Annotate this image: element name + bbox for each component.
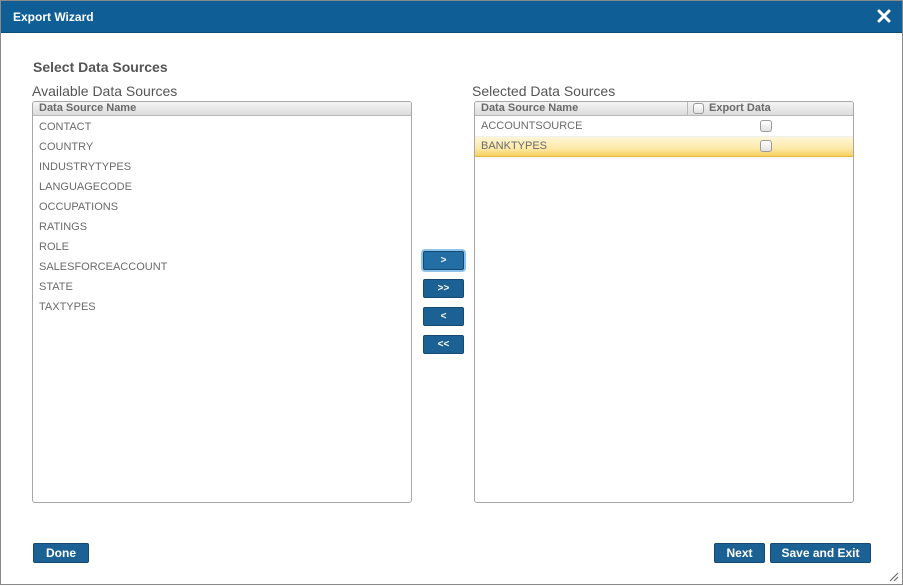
available-list-label: Available Data Sources	[32, 83, 178, 99]
remove-selected-button[interactable]: <	[423, 307, 464, 326]
available-items: CONTACT COUNTRY INDUSTRYTYPES LANGUAGECODE O…	[33, 116, 411, 318]
close-button[interactable]	[876, 8, 892, 24]
column-header-data-source-name[interactable]: Data Source Name	[39, 102, 136, 115]
available-list-item[interactable]: TAXTYPES	[33, 298, 411, 318]
column-divider[interactable]	[687, 102, 688, 116]
selected-list-label: Selected Data Sources	[472, 83, 616, 99]
export-wizard-dialog: Export Wizard Select Data Sources Availa…	[0, 0, 903, 585]
section-title: Select Data Sources	[33, 59, 168, 75]
available-list-header: Data Source Name	[33, 102, 411, 116]
close-icon	[877, 9, 891, 23]
title-bar[interactable]: Export Wizard	[1, 1, 902, 33]
save-and-exit-button[interactable]: Save and Exit	[770, 543, 871, 563]
resize-grip-icon	[889, 572, 899, 582]
move-selected-button[interactable]: >	[423, 251, 464, 270]
selected-row-name: BANKTYPES	[481, 140, 548, 152]
available-list-item[interactable]: STATE	[33, 278, 411, 298]
selected-row-name: ACCOUNTSOURCE	[481, 120, 583, 132]
available-list-item[interactable]: OCCUPATIONS	[33, 198, 411, 218]
selected-rows: ACCOUNTSOURCE BANKTYPES	[475, 116, 853, 157]
selected-data-sources-list[interactable]: Data Source Name Export Data ACCOUNTSOUR…	[474, 101, 854, 503]
available-list-item[interactable]: CONTACT	[33, 118, 411, 138]
export-data-checkbox[interactable]	[760, 140, 772, 152]
available-list-item[interactable]: COUNTRY	[33, 138, 411, 158]
export-all-checkbox[interactable]	[693, 103, 704, 114]
selected-list-header: Data Source Name Export Data	[475, 102, 853, 116]
available-data-sources-list[interactable]: Data Source Name CONTACT COUNTRY INDUSTRYT…	[32, 101, 412, 503]
move-all-button[interactable]: >>	[423, 279, 464, 298]
available-list-item[interactable]: SALESFORCEACCOUNT	[33, 258, 411, 278]
selected-list-row[interactable]: ACCOUNTSOURCE	[475, 117, 853, 137]
next-button[interactable]: Next	[714, 543, 765, 563]
available-list-item[interactable]: INDUSTRYTYPES	[33, 158, 411, 178]
available-list-item[interactable]: LANGUAGECODE	[33, 178, 411, 198]
available-list-item[interactable]: ROLE	[33, 238, 411, 258]
window-title: Export Wizard	[13, 10, 94, 24]
column-header-export-data[interactable]: Export Data	[709, 102, 771, 115]
done-button[interactable]: Done	[33, 543, 89, 563]
remove-all-button[interactable]: <<	[423, 335, 464, 354]
export-data-checkbox[interactable]	[760, 120, 772, 132]
selected-list-row[interactable]: BANKTYPES	[475, 137, 853, 157]
available-list-item[interactable]: RATINGS	[33, 218, 411, 238]
column-header-data-source-name[interactable]: Data Source Name	[481, 102, 578, 115]
resize-grip[interactable]	[887, 569, 899, 582]
